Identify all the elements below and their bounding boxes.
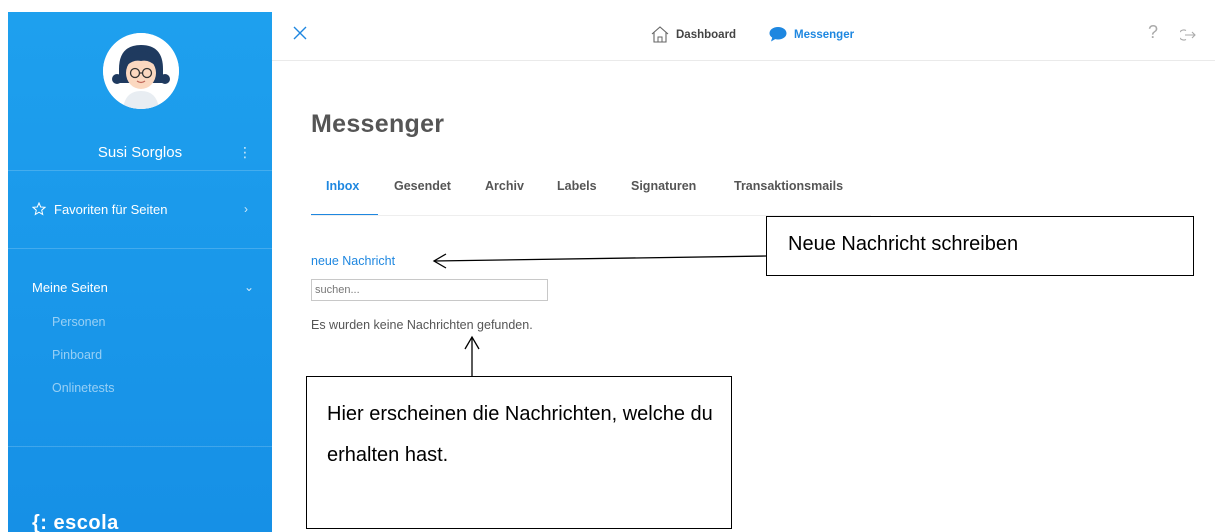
topbar-divider [272, 60, 1215, 61]
sidebar-subitem-personen[interactable]: Personen [52, 315, 106, 329]
sidebar-item-my-pages[interactable]: Meine Seiten ⌄ [8, 278, 272, 300]
sidebar-divider [8, 446, 272, 447]
sidebar-divider [8, 170, 272, 171]
annotation-text: Neue Nachricht schreiben [788, 233, 1019, 255]
nav-dashboard-label: Dashboard [676, 29, 737, 41]
tab-gesendet[interactable]: Gesendet [394, 179, 451, 193]
close-icon[interactable] [292, 25, 308, 41]
tab-labels[interactable]: Labels [557, 179, 597, 193]
annotation-text: Hier erscheinen die Nachrichten, welche … [327, 403, 713, 466]
user-menu-icon[interactable]: ⋮ [238, 144, 252, 161]
sidebar-divider [8, 248, 272, 249]
search-input[interactable] [311, 279, 548, 301]
new-message-link[interactable]: neue Nachricht [311, 254, 395, 268]
sidebar: Susi Sorglos ⋮ Favoriten für Seiten › Me… [8, 12, 272, 532]
annotation-callout-new-message: Neue Nachricht schreiben [766, 216, 1194, 276]
star-icon [31, 201, 47, 221]
home-icon [650, 25, 670, 46]
sidebar-subitem-onlinetests[interactable]: Onlinetests [52, 381, 115, 395]
sidebar-item-favorites[interactable]: Favoriten für Seiten › [8, 200, 272, 222]
sidebar-item-label: Favoriten für Seiten [54, 202, 168, 217]
sidebar-item-label: Meine Seiten [32, 280, 108, 295]
nav-messenger[interactable]: Messenger [768, 25, 854, 45]
avatar[interactable] [103, 33, 179, 109]
tab-archiv[interactable]: Archiv [485, 179, 524, 193]
chat-bubble-icon [768, 25, 788, 46]
chevron-down-icon: ⌄ [244, 280, 255, 294]
avatar-girl-icon [103, 33, 179, 109]
nav-messenger-label: Messenger [794, 29, 855, 41]
logout-icon[interactable] [1178, 28, 1196, 42]
arrow-up-icon [464, 335, 480, 376]
page-title: Messenger [311, 110, 445, 138]
nav-dashboard[interactable]: Dashboard [650, 25, 736, 45]
tab-transaktionsmails[interactable]: Transaktionsmails [734, 179, 843, 193]
user-name[interactable]: Susi Sorglos [8, 144, 272, 161]
tab-inbox[interactable]: Inbox [326, 179, 359, 193]
annotation-callout-messages: Hier erscheinen die Nachrichten, welche … [306, 376, 732, 529]
empty-state-text: Es wurden keine Nachrichten gefunden. [311, 318, 533, 332]
arrow-left-icon [432, 253, 767, 269]
sidebar-subitem-pinboard[interactable]: Pinboard [52, 348, 102, 362]
tab-signaturen[interactable]: Signaturen [631, 179, 696, 193]
chevron-right-icon: › [244, 202, 248, 216]
brand-logo: {: escola [32, 512, 119, 532]
help-icon[interactable]: ? [1148, 22, 1158, 43]
